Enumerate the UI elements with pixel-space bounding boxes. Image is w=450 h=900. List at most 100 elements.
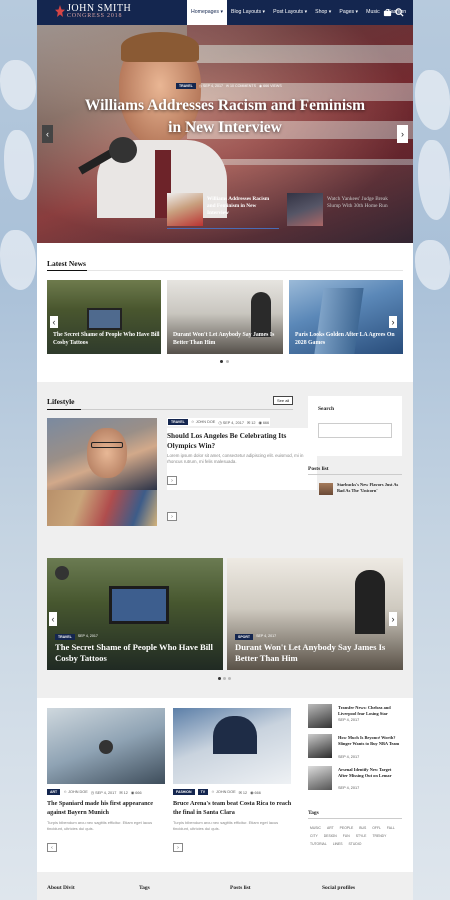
hero-thumb[interactable]: Watch Yankees' Judge Break Slump With 30… xyxy=(287,193,399,229)
sidebar-search-input[interactable] xyxy=(318,423,392,438)
video-play-icon[interactable] xyxy=(99,740,113,754)
hero-title[interactable]: Williams Addresses Racism and Feminism i… xyxy=(77,95,373,139)
video-play-icon[interactable] xyxy=(55,566,69,580)
carousel-dot[interactable] xyxy=(220,360,223,363)
carousel-dot[interactable] xyxy=(218,677,221,680)
lifestyle-post-excerpt: Lorem ipsum dolor sit amet, consectetur … xyxy=(167,453,304,464)
nav-item-music[interactable]: Music xyxy=(362,0,384,25)
side-post-title[interactable]: Arsenal Identify New Target After Missin… xyxy=(338,767,402,778)
tag-link[interactable]: TUTORIAL xyxy=(310,842,327,846)
post-date: ◷ SEP 4, 2017 xyxy=(218,420,244,425)
tag-link[interactable]: FALL xyxy=(387,826,395,830)
carousel-dot[interactable] xyxy=(223,677,226,680)
read-more-button[interactable]: ‹ xyxy=(47,843,57,852)
tag-link[interactable]: STUDIO xyxy=(349,842,362,846)
tag-link[interactable]: OFFL xyxy=(372,826,381,830)
lifestyle-post-image-2[interactable] xyxy=(47,490,157,526)
grid-post-image[interactable] xyxy=(47,708,165,784)
grid-post-title[interactable]: The Spaniard made his first appearance a… xyxy=(47,800,169,817)
footer-col-title: Tags xyxy=(139,885,150,891)
tags-title: Tags xyxy=(308,810,319,816)
map-landmass xyxy=(415,240,450,290)
featured-meta: TRAVEL SEP 4, 2017 xyxy=(55,634,98,640)
tag-link[interactable]: BUS xyxy=(359,826,366,830)
category-badge[interactable]: TV xyxy=(197,789,209,795)
news-card[interactable]: Paris Looks Golden After LA Agrees On 20… xyxy=(289,280,403,354)
featured-card[interactable]: SPORT SEP 4, 2017 Durant Won't Let Anybo… xyxy=(227,558,403,670)
read-more-button[interactable]: › xyxy=(167,512,177,521)
map-landmass xyxy=(415,70,450,130)
category-badge[interactable]: TRAVEL xyxy=(55,634,75,640)
tag-link[interactable]: ART xyxy=(327,826,334,830)
news-card-title: The Secret Shame of People Who Have Bill… xyxy=(53,332,160,346)
featured-next-arrow[interactable]: › xyxy=(389,612,397,626)
featured-title: The Secret Shame of People Who Have Bill… xyxy=(55,642,213,663)
nav-item-shop[interactable]: Shop ▾ xyxy=(311,0,335,25)
map-landmass xyxy=(0,60,36,110)
latest-next-arrow[interactable]: › xyxy=(389,316,397,328)
nav-item-post-layouts[interactable]: Post Layouts ▾ xyxy=(269,0,311,25)
read-more-button[interactable]: › xyxy=(173,843,183,852)
tag-link[interactable]: STYLE xyxy=(356,834,367,838)
hero-prev-arrow[interactable]: ‹ xyxy=(42,125,53,143)
hero-thumb[interactable]: Williams Addresses Racism and Feminism i… xyxy=(167,193,279,229)
tag-link[interactable]: DESIGN xyxy=(324,834,337,838)
tag-link[interactable]: TRENDY xyxy=(372,834,386,838)
lifestyle-post-image[interactable] xyxy=(47,418,157,490)
featured-card[interactable]: TRAVEL SEP 4, 2017 The Secret Shame of P… xyxy=(47,558,223,670)
featured-prev-arrow[interactable]: ‹ xyxy=(49,612,57,626)
nav-item-blog-layouts[interactable]: Blog Layouts ▾ xyxy=(227,0,269,25)
nav-item-pages[interactable]: Pages ▾ xyxy=(335,0,362,25)
news-card-title: Durant Won't Let Anybody Say James Is Be… xyxy=(173,332,275,346)
map-landmass xyxy=(4,130,34,200)
hero-next-arrow[interactable]: › xyxy=(397,125,408,143)
search-icon[interactable] xyxy=(395,8,404,17)
news-card-title: Paris Looks Golden After LA Agrees On 20… xyxy=(295,332,395,346)
category-badge[interactable]: SPORT xyxy=(235,634,254,640)
side-post-title[interactable]: How Much Is Beyoncé Worth? Slinger Wants… xyxy=(338,735,402,746)
nav-item-homepages[interactable]: Homepages ▾ xyxy=(187,0,228,25)
carousel-dot[interactable] xyxy=(228,677,231,680)
cart-icon[interactable] xyxy=(383,8,392,17)
hero-views: ◉ 666 VIEWS xyxy=(259,84,282,88)
post-thumb[interactable] xyxy=(308,704,332,728)
grid-post-title[interactable]: Bruce Arena's team beat Costa Rica to re… xyxy=(173,800,295,817)
post-comments: ✉ 12 xyxy=(246,420,256,425)
hero-category-badge[interactable]: TRAVEL xyxy=(176,83,196,89)
grid-post-meta: ART ☺ JOHN DOE ◷ SEP 4, 2017 ✉ 12 ◉ 666 xyxy=(47,789,142,795)
microphone-icon xyxy=(109,137,137,163)
category-badge[interactable]: ART xyxy=(47,789,61,795)
side-post-title[interactable]: Transfer News: Chelsea and Liverpool fea… xyxy=(338,705,402,716)
section-title-lifestyle: Lifestyle xyxy=(47,397,75,406)
tag-link[interactable]: LINES xyxy=(333,842,343,846)
featured-date: SEP 4, 2017 xyxy=(256,634,277,638)
section-underline xyxy=(47,270,87,271)
news-card[interactable]: Durant Won't Let Anybody Say James Is Be… xyxy=(167,280,283,354)
tag-link[interactable]: PEOPLE xyxy=(340,826,354,830)
sidebar-post-title[interactable]: Starbucks's New Flavors Just As Bad As T… xyxy=(337,482,401,493)
card-monitor xyxy=(87,308,122,330)
tag-link[interactable]: CITY xyxy=(310,834,318,838)
read-more-button[interactable]: › xyxy=(167,476,177,485)
featured-title: Durant Won't Let Anybody Say James Is Be… xyxy=(235,642,386,663)
post-thumb[interactable] xyxy=(308,734,332,758)
grid-post-image[interactable] xyxy=(173,708,291,784)
post-thumb[interactable] xyxy=(308,766,332,790)
logo-star-icon[interactable] xyxy=(55,5,65,19)
hero-comments: ✉ 10 COMMENTS xyxy=(226,84,256,88)
latest-prev-arrow[interactable]: ‹ xyxy=(50,316,58,328)
category-badge[interactable]: TRAVEL xyxy=(168,419,188,425)
post-thumb[interactable] xyxy=(319,483,333,495)
post-comments: ✉ 12 xyxy=(238,790,248,795)
lifestyle-post-title[interactable]: Should Los Angeles Be Celebrating Its Ol… xyxy=(167,431,297,451)
tag-link[interactable]: MUSIC xyxy=(310,826,321,830)
see-all-button[interactable]: See all xyxy=(273,396,294,405)
carousel-dot[interactable] xyxy=(226,360,229,363)
tag-link[interactable]: FUN xyxy=(343,834,350,838)
card-person xyxy=(213,716,257,754)
thumb-title: Watch Yankees' Judge Break Slump With 30… xyxy=(327,196,388,209)
section-divider xyxy=(308,818,402,819)
category-badge[interactable]: FASHION xyxy=(173,789,195,795)
search-widget-title: Search xyxy=(318,406,335,412)
news-card[interactable]: The Secret Shame of People Who Have Bill… xyxy=(47,280,161,354)
